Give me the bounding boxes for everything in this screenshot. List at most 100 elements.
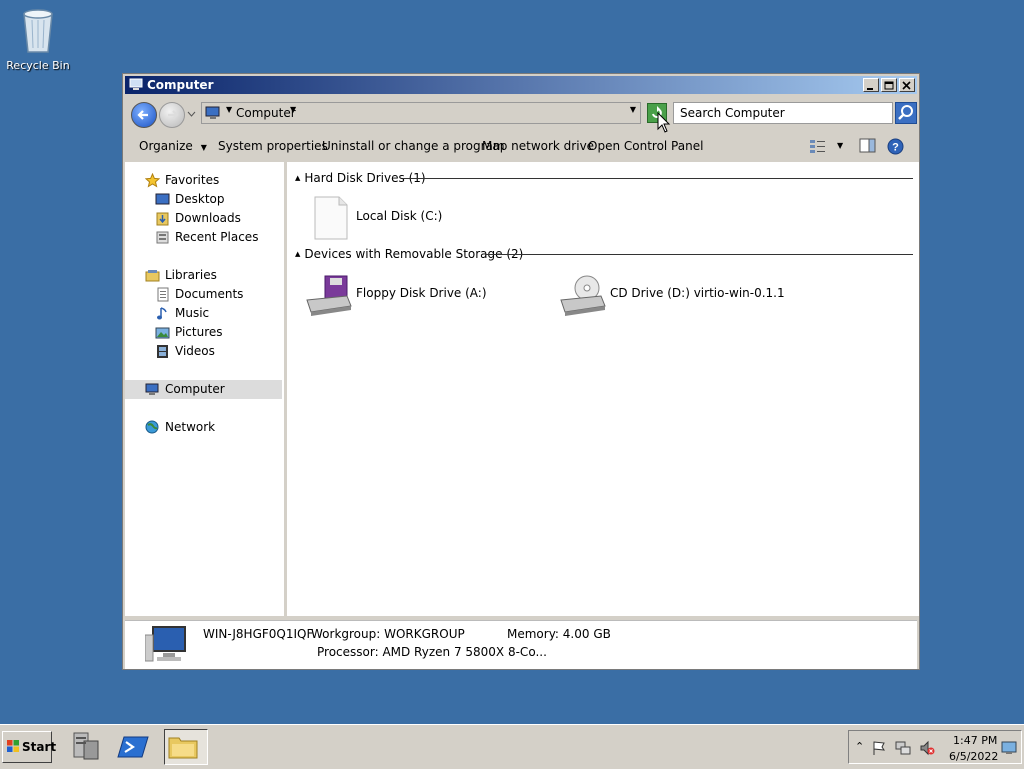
start-button[interactable]: Start	[2, 731, 56, 763]
nav-videos-label: Videos	[175, 344, 215, 358]
details-pane: WIN-J8HGF0Q1IQF Workgroup: WORKGROUP Mem…	[125, 620, 917, 669]
organize-label: Organize	[139, 139, 193, 153]
downloads-folder-icon	[156, 212, 169, 226]
clock-time[interactable]: 1:47 PM	[953, 734, 997, 747]
address-history-dropdown-icon[interactable]: ▼	[630, 105, 636, 114]
search-input[interactable]: Search Computer	[673, 102, 893, 124]
documents-icon	[157, 287, 169, 302]
clock-date[interactable]: 6/5/2022	[949, 750, 998, 763]
processor-text: Processor: AMD Ryzen 7 5800X 8-Co...	[317, 645, 547, 659]
organize-menu[interactable]: Organize ▼	[139, 139, 207, 153]
collapse-caret-icon: ▲	[295, 250, 301, 258]
breadcrumb-computer[interactable]: Computer	[236, 106, 296, 120]
drive-cd-d[interactable]: CD Drive (D:) virtio-win-0.1.1	[557, 274, 797, 318]
drive-floppy-a-label: Floppy Disk Drive (A:)	[356, 286, 487, 300]
start-label: Start	[22, 740, 57, 754]
network-status-icon[interactable]	[895, 740, 911, 756]
nav-recent-places[interactable]: Recent Places	[125, 228, 282, 247]
recycle-bin-desktop-icon[interactable]: Recycle Bin	[6, 6, 70, 72]
nav-desktop[interactable]: Desktop	[125, 190, 282, 209]
nav-downloads-label: Downloads	[175, 211, 241, 225]
minimize-icon	[867, 88, 873, 90]
system-tray: ⌃ 1:47 PM 6/5/2022	[848, 730, 1022, 764]
nav-recent-places-label: Recent Places	[175, 230, 259, 244]
nav-pictures[interactable]: Pictures	[125, 323, 282, 342]
nav-network[interactable]: Network	[125, 418, 282, 437]
recent-pages-dropdown-icon[interactable]	[187, 111, 196, 117]
system-properties-button[interactable]: System properties	[218, 139, 328, 153]
windows-flag-icon	[7, 740, 19, 752]
workgroup-text: Workgroup: WORKGROUP	[311, 627, 465, 641]
search-icon	[898, 105, 913, 120]
local-disk-icon	[314, 196, 348, 240]
action-center-flag-icon[interactable]	[871, 740, 887, 756]
nav-documents-label: Documents	[175, 287, 244, 301]
libraries-icon	[145, 270, 160, 282]
uninstall-program-button[interactable]: Uninstall or change a program	[322, 139, 505, 153]
address-bar-row: ▼ Computer ▼ ▼ Search Computer	[125, 96, 917, 130]
floppy-drive-icon	[306, 275, 352, 316]
nav-favorites[interactable]: Favorites	[125, 171, 282, 190]
drive-local-disk-c[interactable]: Local Disk (C:)	[311, 196, 511, 240]
nav-music[interactable]: Music	[125, 304, 282, 323]
map-network-drive-button[interactable]: Map network drive	[482, 139, 594, 153]
breadcrumb-chevron-icon[interactable]: ▼	[290, 105, 296, 114]
nav-desktop-label: Desktop	[175, 192, 225, 206]
nav-libraries-label: Libraries	[165, 268, 217, 282]
nav-network-label: Network	[165, 420, 216, 434]
preview-pane-icon[interactable]	[859, 138, 877, 154]
computer-icon	[205, 106, 220, 119]
nav-computer[interactable]: Computer	[125, 380, 282, 399]
computer-name: WIN-J8HGF0Q1IQF	[203, 627, 314, 641]
collapse-caret-icon: ▲	[295, 174, 301, 182]
volume-muted-icon[interactable]	[919, 740, 935, 756]
nav-music-label: Music	[175, 306, 210, 320]
recycle-bin-icon	[23, 9, 53, 53]
drive-floppy-a[interactable]: Floppy Disk Drive (A:)	[303, 274, 533, 318]
drive-cd-d-label: CD Drive (D:) virtio-win-0.1.1	[610, 286, 785, 300]
nav-pictures-label: Pictures	[175, 325, 223, 339]
taskbar-server-manager[interactable]	[66, 729, 110, 765]
arrow-left-icon	[137, 110, 148, 120]
folder-icon	[168, 737, 198, 759]
nav-downloads[interactable]: Downloads	[125, 209, 282, 228]
music-note-icon	[157, 307, 167, 320]
group-divider	[485, 254, 913, 255]
change-view-icon[interactable]	[809, 138, 827, 154]
computer-monitor-icon	[145, 626, 186, 662]
minimize-button[interactable]	[863, 78, 879, 92]
show-desktop-icon[interactable]	[1001, 741, 1017, 755]
pictures-icon	[155, 327, 170, 339]
nav-videos[interactable]: Videos	[125, 342, 282, 361]
close-button[interactable]	[899, 78, 915, 92]
address-field[interactable]: ▼ Computer ▼ ▼	[201, 102, 641, 124]
breadcrumb-chevron-icon[interactable]: ▼	[226, 105, 232, 114]
taskbar: Start ⌃ 1:47 PM 6/5/2022	[0, 724, 1024, 769]
window-titlebar[interactable]: Computer	[125, 76, 917, 94]
open-control-panel-button[interactable]: Open Control Panel	[588, 139, 703, 153]
group-divider	[403, 178, 913, 179]
maximize-button[interactable]	[881, 78, 897, 92]
show-hidden-icons-icon[interactable]: ⌃	[855, 740, 864, 753]
explorer-window: Computer ▼ Computer ▼ ▼ Search Computer …	[122, 73, 920, 670]
view-options-dropdown-icon[interactable]: ▼	[837, 141, 843, 150]
search-button[interactable]	[895, 102, 917, 124]
forward-button[interactable]	[159, 102, 185, 128]
drive-local-disk-c-label: Local Disk (C:)	[356, 209, 443, 223]
cd-drive-icon	[560, 275, 606, 316]
help-icon[interactable]: ?	[887, 138, 904, 155]
star-icon	[145, 173, 160, 188]
desktop-icon	[155, 193, 170, 205]
computer-icon	[145, 383, 159, 395]
back-button[interactable]	[131, 102, 157, 128]
nav-documents[interactable]: Documents	[125, 285, 282, 304]
maximize-icon	[884, 81, 894, 90]
mouse-cursor-icon	[657, 112, 671, 133]
arrow-right-icon	[168, 110, 179, 120]
nav-libraries[interactable]: Libraries	[125, 266, 282, 285]
taskbar-powershell[interactable]	[116, 729, 160, 765]
close-icon	[902, 81, 911, 90]
recent-places-icon	[156, 231, 169, 244]
taskbar-explorer[interactable]	[164, 729, 208, 765]
caret-down-icon: ▼	[200, 143, 207, 152]
